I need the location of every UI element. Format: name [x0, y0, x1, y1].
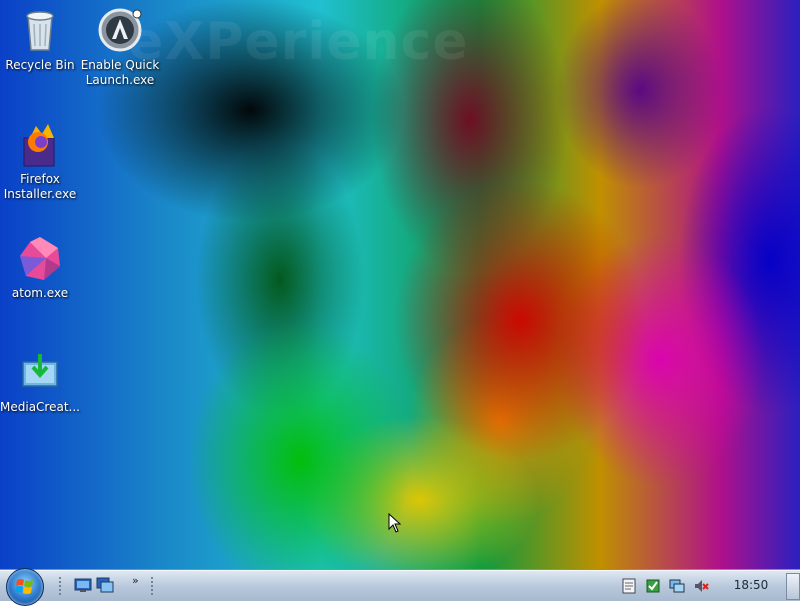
desktop-icon-firefox-installer[interactable]: Firefox Installer.exe [0, 120, 80, 202]
taskbar-grip[interactable] [58, 576, 62, 596]
desktop-icon-media-creation-tool[interactable]: MediaCreat... [0, 348, 80, 415]
icon-label: Enable Quick Launch.exe [80, 58, 160, 87]
security-icon[interactable] [645, 578, 661, 594]
quick-launch-overflow-chevron[interactable]: » [132, 574, 139, 587]
desktop[interactable]: eXPerience Recycle Bin Enable Quick Laun… [0, 0, 800, 570]
switch-windows-icon[interactable] [96, 577, 114, 593]
icon-label: MediaCreat... [0, 400, 80, 414]
recycle-bin-icon [26, 11, 54, 51]
firefox-installer-icon [23, 124, 55, 167]
mouse-cursor-icon [388, 513, 402, 533]
desktop-icon-atom[interactable]: atom.exe [0, 234, 80, 301]
atom-icon [20, 237, 60, 280]
media-creation-tool-icon [22, 354, 58, 387]
taskbar-clock[interactable]: 18:50 [723, 578, 779, 592]
volume-muted-icon[interactable] [693, 578, 709, 594]
icon-label: Recycle Bin [5, 58, 75, 72]
notes-icon[interactable] [621, 578, 637, 594]
start-button[interactable] [6, 568, 44, 606]
show-desktop-button[interactable] [786, 573, 800, 600]
icon-label: atom.exe [11, 286, 69, 300]
show-desktop-icon[interactable] [74, 577, 92, 593]
desktop-icon-recycle-bin[interactable]: Recycle Bin [0, 6, 80, 73]
quick-launch-app-icon [98, 8, 142, 52]
icon-label: Firefox Installer.exe [3, 172, 77, 201]
wallpaper-watermark: eXPerience [128, 12, 469, 72]
taskbar-grip[interactable] [150, 576, 154, 596]
network-icon[interactable] [669, 578, 685, 594]
desktop-icon-enable-quick-launch[interactable]: Enable Quick Launch.exe [80, 6, 160, 88]
taskbar: » 18:50 [0, 568, 800, 606]
